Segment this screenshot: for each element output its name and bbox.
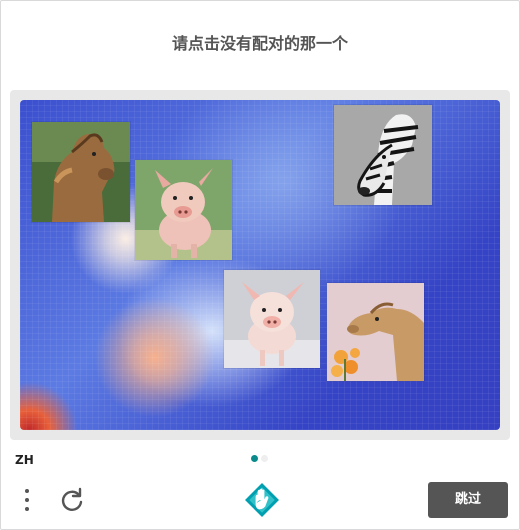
- skip-button[interactable]: 跳过: [428, 482, 508, 518]
- camel-image: [32, 122, 130, 222]
- refresh-icon: [61, 487, 83, 511]
- vertical-dots-icon: [25, 489, 29, 493]
- camel-tile-1[interactable]: [32, 122, 130, 222]
- hcaptcha-hand-logo-icon: [245, 483, 279, 517]
- page-dot-active: [251, 455, 258, 462]
- page-dot-inactive: [261, 455, 268, 462]
- pig-tile-1[interactable]: [135, 160, 232, 260]
- vertical-dots-icon-dot: [25, 507, 29, 511]
- pig-tile-2[interactable]: [224, 270, 320, 368]
- challenge-prompt: 请点击没有配对的那一个: [171, 34, 348, 53]
- hcaptcha-logo[interactable]: [244, 482, 280, 518]
- zebra-tile[interactable]: [334, 105, 432, 205]
- refresh-button[interactable]: [58, 486, 86, 514]
- language-selector[interactable]: ZH: [15, 453, 34, 467]
- vertical-dots-icon-dot: [25, 498, 29, 502]
- camel-image: [327, 283, 424, 381]
- menu-button[interactable]: [20, 486, 34, 514]
- challenge-canvas: [20, 100, 500, 430]
- camel-tile-2[interactable]: [327, 283, 424, 381]
- challenge-board: [10, 90, 510, 440]
- pig-image: [135, 160, 232, 260]
- pig-image: [224, 270, 320, 368]
- zebra-image: [334, 105, 432, 205]
